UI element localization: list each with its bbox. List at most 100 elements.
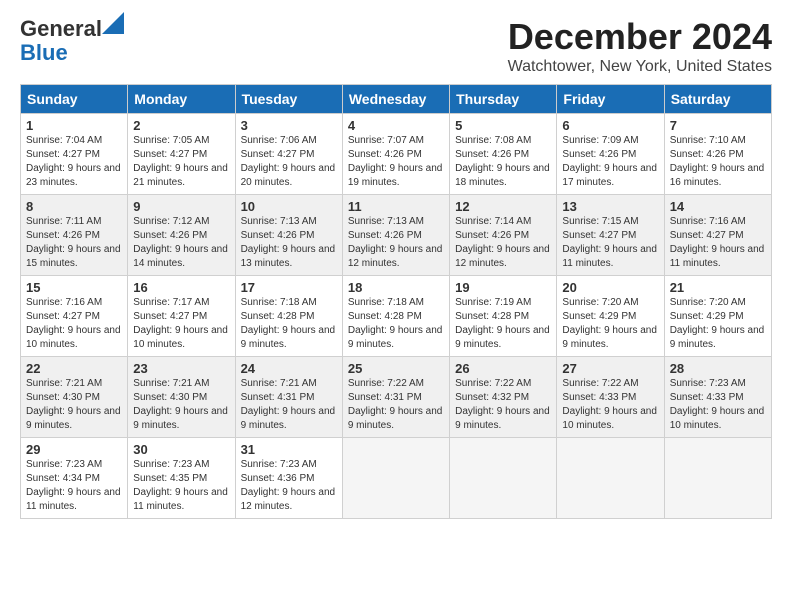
calendar-header-row: SundayMondayTuesdayWednesdayThursdayFrid… (21, 85, 772, 114)
day-info: Sunrise: 7:09 AMSunset: 4:26 PMDaylight:… (562, 135, 657, 188)
day-info: Sunrise: 7:21 AMSunset: 4:31 PMDaylight:… (241, 378, 336, 431)
calendar-row-0: 1 Sunrise: 7:04 AMSunset: 4:27 PMDayligh… (21, 114, 772, 195)
header-monday: Monday (128, 85, 235, 114)
day-number: 23 (133, 361, 229, 376)
calendar-cell: 7 Sunrise: 7:10 AMSunset: 4:26 PMDayligh… (664, 114, 771, 195)
day-info: Sunrise: 7:21 AMSunset: 4:30 PMDaylight:… (26, 378, 121, 431)
header-thursday: Thursday (450, 85, 557, 114)
day-info: Sunrise: 7:22 AMSunset: 4:32 PMDaylight:… (455, 378, 550, 431)
header-sunday: Sunday (21, 85, 128, 114)
calendar-cell: 26 Sunrise: 7:22 AMSunset: 4:32 PMDaylig… (450, 357, 557, 438)
day-number: 28 (670, 361, 766, 376)
calendar-cell: 29 Sunrise: 7:23 AMSunset: 4:34 PMDaylig… (21, 438, 128, 519)
day-number: 14 (670, 199, 766, 214)
day-number: 29 (26, 442, 122, 457)
calendar-cell (342, 438, 449, 519)
day-number: 5 (455, 118, 551, 133)
day-info: Sunrise: 7:13 AMSunset: 4:26 PMDaylight:… (348, 216, 443, 269)
day-info: Sunrise: 7:16 AMSunset: 4:27 PMDaylight:… (670, 216, 765, 269)
day-number: 1 (26, 118, 122, 133)
day-info: Sunrise: 7:10 AMSunset: 4:26 PMDaylight:… (670, 135, 765, 188)
day-info: Sunrise: 7:04 AMSunset: 4:27 PMDaylight:… (26, 135, 121, 188)
day-number: 4 (348, 118, 444, 133)
calendar-cell (664, 438, 771, 519)
title-area: December 2024 Watchtower, New York, Unit… (508, 16, 772, 76)
calendar-cell: 28 Sunrise: 7:23 AMSunset: 4:33 PMDaylig… (664, 357, 771, 438)
day-info: Sunrise: 7:15 AMSunset: 4:27 PMDaylight:… (562, 216, 657, 269)
calendar-cell: 19 Sunrise: 7:19 AMSunset: 4:28 PMDaylig… (450, 276, 557, 357)
day-number: 10 (241, 199, 337, 214)
calendar-cell: 14 Sunrise: 7:16 AMSunset: 4:27 PMDaylig… (664, 195, 771, 276)
calendar-cell: 18 Sunrise: 7:18 AMSunset: 4:28 PMDaylig… (342, 276, 449, 357)
day-number: 17 (241, 280, 337, 295)
day-info: Sunrise: 7:07 AMSunset: 4:26 PMDaylight:… (348, 135, 443, 188)
day-number: 20 (562, 280, 658, 295)
day-info: Sunrise: 7:17 AMSunset: 4:27 PMDaylight:… (133, 297, 228, 350)
day-info: Sunrise: 7:21 AMSunset: 4:30 PMDaylight:… (133, 378, 228, 431)
day-number: 22 (26, 361, 122, 376)
logo-general: General (20, 16, 102, 41)
calendar-cell: 2 Sunrise: 7:05 AMSunset: 4:27 PMDayligh… (128, 114, 235, 195)
calendar-cell: 3 Sunrise: 7:06 AMSunset: 4:27 PMDayligh… (235, 114, 342, 195)
day-number: 19 (455, 280, 551, 295)
calendar-cell: 8 Sunrise: 7:11 AMSunset: 4:26 PMDayligh… (21, 195, 128, 276)
day-number: 7 (670, 118, 766, 133)
day-number: 13 (562, 199, 658, 214)
day-number: 8 (26, 199, 122, 214)
header-saturday: Saturday (664, 85, 771, 114)
day-info: Sunrise: 7:06 AMSunset: 4:27 PMDaylight:… (241, 135, 336, 188)
subtitle: Watchtower, New York, United States (508, 58, 772, 76)
day-number: 6 (562, 118, 658, 133)
day-number: 3 (241, 118, 337, 133)
header: General Blue December 2024 Watchtower, N… (20, 16, 772, 76)
day-number: 9 (133, 199, 229, 214)
day-info: Sunrise: 7:19 AMSunset: 4:28 PMDaylight:… (455, 297, 550, 350)
calendar-cell: 30 Sunrise: 7:23 AMSunset: 4:35 PMDaylig… (128, 438, 235, 519)
calendar-row-4: 29 Sunrise: 7:23 AMSunset: 4:34 PMDaylig… (21, 438, 772, 519)
logo-blue: Blue (20, 40, 68, 66)
calendar-cell (450, 438, 557, 519)
calendar-cell: 6 Sunrise: 7:09 AMSunset: 4:26 PMDayligh… (557, 114, 664, 195)
calendar-cell: 24 Sunrise: 7:21 AMSunset: 4:31 PMDaylig… (235, 357, 342, 438)
day-info: Sunrise: 7:20 AMSunset: 4:29 PMDaylight:… (670, 297, 765, 350)
calendar-cell: 20 Sunrise: 7:20 AMSunset: 4:29 PMDaylig… (557, 276, 664, 357)
day-info: Sunrise: 7:20 AMSunset: 4:29 PMDaylight:… (562, 297, 657, 350)
calendar-cell: 10 Sunrise: 7:13 AMSunset: 4:26 PMDaylig… (235, 195, 342, 276)
day-info: Sunrise: 7:14 AMSunset: 4:26 PMDaylight:… (455, 216, 550, 269)
calendar-cell: 27 Sunrise: 7:22 AMSunset: 4:33 PMDaylig… (557, 357, 664, 438)
day-info: Sunrise: 7:16 AMSunset: 4:27 PMDaylight:… (26, 297, 121, 350)
logo: General Blue (20, 16, 102, 66)
header-tuesday: Tuesday (235, 85, 342, 114)
main-title: December 2024 (508, 16, 772, 58)
day-info: Sunrise: 7:23 AMSunset: 4:34 PMDaylight:… (26, 459, 121, 512)
day-number: 21 (670, 280, 766, 295)
calendar-row-2: 15 Sunrise: 7:16 AMSunset: 4:27 PMDaylig… (21, 276, 772, 357)
calendar-cell: 9 Sunrise: 7:12 AMSunset: 4:26 PMDayligh… (128, 195, 235, 276)
calendar-cell: 13 Sunrise: 7:15 AMSunset: 4:27 PMDaylig… (557, 195, 664, 276)
calendar-cell (557, 438, 664, 519)
day-info: Sunrise: 7:18 AMSunset: 4:28 PMDaylight:… (348, 297, 443, 350)
calendar-cell: 12 Sunrise: 7:14 AMSunset: 4:26 PMDaylig… (450, 195, 557, 276)
day-info: Sunrise: 7:23 AMSunset: 4:33 PMDaylight:… (670, 378, 765, 431)
day-number: 2 (133, 118, 229, 133)
calendar-row-1: 8 Sunrise: 7:11 AMSunset: 4:26 PMDayligh… (21, 195, 772, 276)
day-number: 30 (133, 442, 229, 457)
calendar-cell: 17 Sunrise: 7:18 AMSunset: 4:28 PMDaylig… (235, 276, 342, 357)
calendar-cell: 1 Sunrise: 7:04 AMSunset: 4:27 PMDayligh… (21, 114, 128, 195)
day-number: 18 (348, 280, 444, 295)
logo-triangle-icon (102, 12, 124, 34)
calendar-cell: 16 Sunrise: 7:17 AMSunset: 4:27 PMDaylig… (128, 276, 235, 357)
calendar-cell: 5 Sunrise: 7:08 AMSunset: 4:26 PMDayligh… (450, 114, 557, 195)
day-info: Sunrise: 7:22 AMSunset: 4:31 PMDaylight:… (348, 378, 443, 431)
day-number: 27 (562, 361, 658, 376)
day-number: 12 (455, 199, 551, 214)
day-info: Sunrise: 7:11 AMSunset: 4:26 PMDaylight:… (26, 216, 121, 269)
calendar-cell: 11 Sunrise: 7:13 AMSunset: 4:26 PMDaylig… (342, 195, 449, 276)
calendar-cell: 25 Sunrise: 7:22 AMSunset: 4:31 PMDaylig… (342, 357, 449, 438)
day-number: 15 (26, 280, 122, 295)
header-friday: Friday (557, 85, 664, 114)
day-info: Sunrise: 7:23 AMSunset: 4:35 PMDaylight:… (133, 459, 228, 512)
day-number: 16 (133, 280, 229, 295)
day-info: Sunrise: 7:05 AMSunset: 4:27 PMDaylight:… (133, 135, 228, 188)
day-info: Sunrise: 7:23 AMSunset: 4:36 PMDaylight:… (241, 459, 336, 512)
